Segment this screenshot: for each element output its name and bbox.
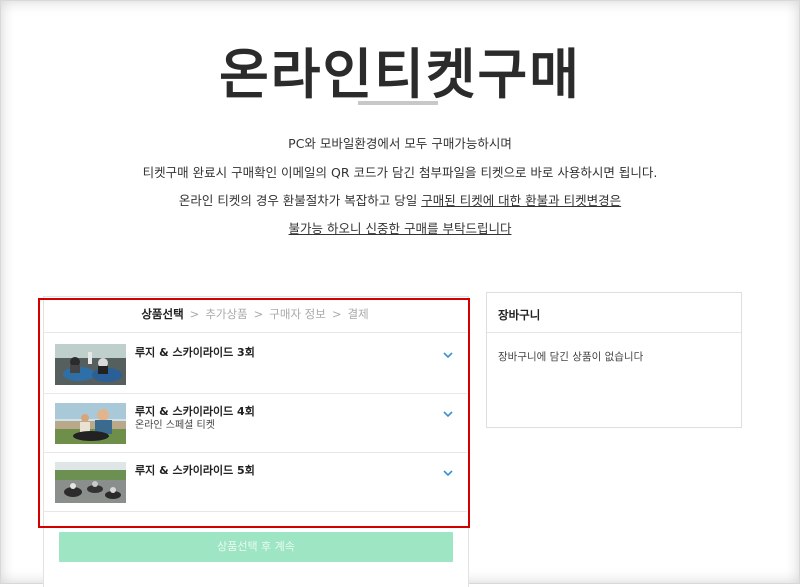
- page-title: 온라인티켓구매: [219, 43, 581, 106]
- title-underline: [358, 101, 438, 105]
- cart-title: 장바구니: [498, 308, 541, 322]
- intro-line-1: PC와 모바일환경에서 모두 구매가능하시며: [288, 136, 512, 151]
- intro-line-3-underlined: 구매된 티켓에 대한 환불과 티켓변경은: [421, 193, 622, 208]
- intro-line-3: 온라인 티켓의 경우 환불절차가 복잡하고 당일 구매된 티켓에 대한 환불과 …: [0, 190, 800, 209]
- cart-panel: 장바구니 장바구니에 담긴 상품이 없습니다: [486, 292, 742, 428]
- intro-line-4: 불가능 하오니 신중한 구매를 부탁드립니다: [0, 218, 800, 237]
- cart-header: 장바구니: [487, 293, 741, 333]
- intro-line-2: 티켓구매 완료시 구매확인 이메일의 QR 코드가 담긴 첨부파일을 티켓으로 …: [142, 165, 658, 180]
- intro-line-3-text: 온라인 티켓의 경우 환불절차가 복잡하고 당일: [178, 193, 422, 208]
- selection-highlight-box: [38, 298, 470, 528]
- cart-empty-message: 장바구니에 담긴 상품이 없습니다: [498, 351, 644, 363]
- intro-line-4-underlined: 불가능 하오니 신중한 구매를 부탁드립니다: [288, 221, 512, 236]
- continue-button[interactable]: 상품선택 후 계속: [59, 532, 453, 562]
